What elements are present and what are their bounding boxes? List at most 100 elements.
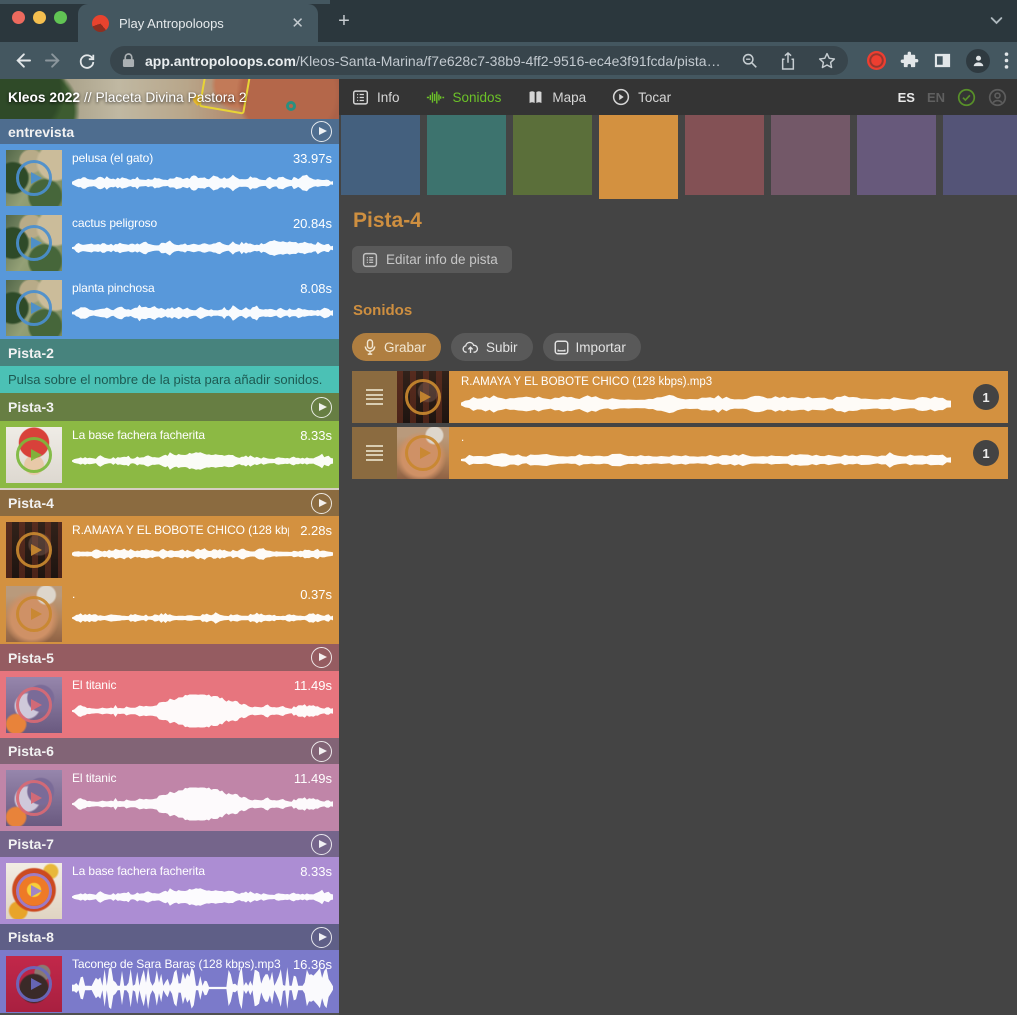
track-swatch-5[interactable] (685, 115, 764, 195)
waveform[interactable] (461, 391, 951, 417)
record-button[interactable]: Grabar (352, 333, 441, 361)
zoom-icon[interactable] (741, 52, 758, 69)
sound-thumbnail[interactable] (397, 427, 449, 479)
extensions-puzzle-icon[interactable] (900, 51, 919, 70)
edit-track-info-button[interactable]: Editar info de pista (352, 246, 512, 273)
browser-menu-icon[interactable] (1004, 52, 1009, 69)
profile-avatar-icon[interactable] (966, 49, 990, 73)
waveform[interactable] (72, 170, 333, 196)
play-sound-icon[interactable] (16, 160, 52, 196)
lang-en-button[interactable]: EN (927, 90, 945, 105)
track-swatch-1[interactable] (341, 115, 420, 195)
sidebar-sound-row[interactable]: pelusa (el gato)33.97s (0, 144, 339, 209)
waveform[interactable] (461, 447, 951, 473)
reload-button[interactable] (75, 49, 99, 73)
tab-close-icon[interactable]: ✕ (287, 14, 308, 33)
import-button[interactable]: Importar (543, 333, 641, 361)
waveform[interactable] (72, 542, 333, 566)
nav-mapa[interactable]: Mapa (527, 89, 586, 106)
play-sound-icon[interactable] (16, 873, 52, 909)
track-header-Pista-2[interactable]: Pista-2 (0, 339, 339, 366)
waveform[interactable] (72, 300, 333, 326)
sound-thumbnail[interactable] (6, 427, 62, 483)
track-swatch-4[interactable] (599, 115, 678, 199)
play-track-icon[interactable] (311, 647, 332, 668)
track-swatch-8[interactable] (943, 115, 1017, 195)
waveform[interactable] (72, 448, 333, 474)
track-header-Pista-4[interactable]: Pista-4 (0, 490, 339, 516)
play-sound-icon[interactable] (16, 687, 52, 723)
waveform[interactable] (72, 966, 333, 1010)
nav-sonidos[interactable]: Sonidos (426, 89, 502, 106)
play-sound-icon[interactable] (16, 290, 52, 326)
sound-thumbnail[interactable] (6, 677, 62, 733)
bookmark-star-icon[interactable] (818, 52, 836, 70)
close-window-button[interactable] (12, 11, 25, 24)
play-track-icon[interactable] (311, 741, 332, 762)
nav-info[interactable]: Info (352, 89, 400, 106)
upload-button[interactable]: Subir (451, 333, 533, 361)
sidebar-sound-row[interactable]: La base fachera facherita8.33s (0, 857, 339, 924)
waveform[interactable] (72, 235, 333, 261)
play-sound-icon[interactable] (405, 379, 441, 415)
share-icon[interactable] (780, 52, 796, 70)
back-button[interactable] (9, 49, 33, 73)
play-sound-icon[interactable] (16, 966, 52, 1002)
recording-indicator-icon[interactable] (867, 51, 886, 70)
sound-thumbnail[interactable] (6, 522, 62, 578)
drag-handle-icon[interactable] (352, 427, 397, 479)
play-sound-icon[interactable] (16, 596, 52, 632)
sync-check-icon[interactable] (957, 88, 976, 107)
sidebar-sound-row[interactable]: La base fachera facherita8.33s (0, 421, 339, 488)
sidebar-sound-row[interactable]: .0.37s (0, 580, 339, 644)
browser-tab[interactable]: Play Antropoloops ✕ (78, 4, 318, 42)
play-sound-icon[interactable] (16, 225, 52, 261)
track-swatch-2[interactable] (427, 115, 506, 195)
track-header-Pista-5[interactable]: Pista-5 (0, 644, 339, 671)
track-header-Pista-8[interactable]: Pista-8 (0, 924, 339, 950)
sound-thumbnail[interactable] (6, 150, 62, 206)
sidebar-sound-row[interactable]: planta pinchosa8.08s (0, 274, 339, 339)
sidebar-sound-row[interactable]: cactus peligroso20.84s (0, 209, 339, 274)
new-tab-button[interactable]: + (334, 12, 354, 30)
tab-search-chevron-icon[interactable] (990, 14, 1003, 27)
track-header-Pista-3[interactable]: Pista-3 (0, 393, 339, 421)
account-icon[interactable] (988, 88, 1007, 107)
sidebar-sound-row[interactable]: R.AMAYA Y EL BOBOTE CHICO (128 kbps)....… (0, 516, 339, 580)
zoom-window-button[interactable] (54, 11, 67, 24)
sound-thumbnail[interactable] (397, 371, 449, 423)
sidebar-sound-row[interactable]: El titanic11.49s (0, 764, 339, 831)
play-sound-icon[interactable] (405, 435, 441, 471)
sound-thumbnail[interactable] (6, 770, 62, 826)
track-swatch-7[interactable] (857, 115, 936, 195)
nav-tocar[interactable]: Tocar (612, 88, 671, 106)
track-header-Pista-7[interactable]: Pista-7 (0, 831, 339, 857)
project-header-photo[interactable]: Kleos 2022 // Placeta Divina Pastora 2 (0, 79, 339, 119)
play-sound-icon[interactable] (16, 532, 52, 568)
track-header-Pista-6[interactable]: Pista-6 (0, 738, 339, 764)
waveform[interactable] (72, 694, 333, 728)
forward-button[interactable] (42, 49, 66, 73)
lang-es-button[interactable]: ES (898, 90, 915, 105)
play-track-icon[interactable] (311, 493, 332, 514)
sidebar-sound-row[interactable]: El titanic11.49s (0, 671, 339, 738)
play-track-icon[interactable] (311, 397, 332, 418)
play-sound-icon[interactable] (16, 780, 52, 816)
sound-thumbnail[interactable] (6, 280, 62, 336)
track-swatch-3[interactable] (513, 115, 592, 195)
waveform[interactable] (72, 884, 333, 910)
main-sound-row[interactable]: .1 (352, 427, 1008, 479)
sound-thumbnail[interactable] (6, 956, 62, 1012)
play-sound-icon[interactable] (16, 437, 52, 473)
play-track-icon[interactable] (311, 121, 332, 142)
waveform[interactable] (72, 787, 333, 821)
address-bar[interactable]: app.antropoloops.com/Kleos-Santa-Marina/… (110, 46, 848, 75)
play-track-icon[interactable] (311, 834, 332, 855)
play-track-icon[interactable] (311, 927, 332, 948)
minimize-window-button[interactable] (33, 11, 46, 24)
sound-thumbnail[interactable] (6, 863, 62, 919)
track-header-entrevista[interactable]: entrevista (0, 119, 339, 144)
drag-handle-icon[interactable] (352, 371, 397, 423)
main-sound-row[interactable]: R.AMAYA Y EL BOBOTE CHICO (128 kbps).mp3… (352, 371, 1008, 423)
side-panel-icon[interactable] (933, 51, 952, 70)
